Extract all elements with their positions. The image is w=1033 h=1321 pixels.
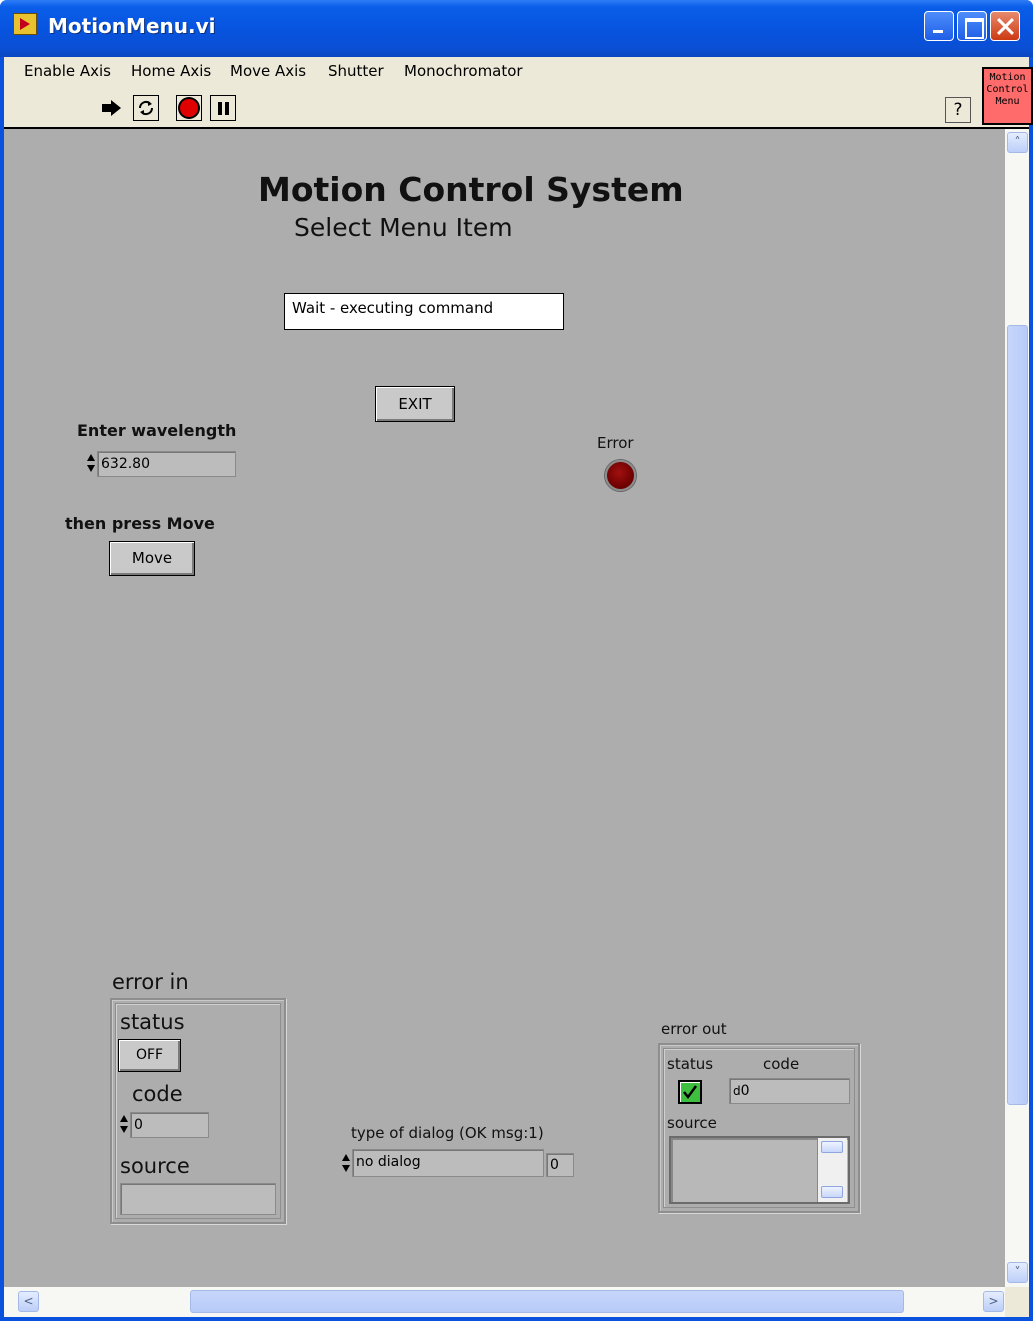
error-out-label: error out	[661, 1020, 727, 1038]
scroll-up-icon[interactable]	[821, 1141, 843, 1153]
error-in-code-input[interactable]: 0	[130, 1112, 209, 1138]
scroll-down-icon[interactable]	[821, 1186, 843, 1198]
window-title: MotionMenu.vi	[48, 14, 216, 38]
scroll-right-arrow-icon[interactable]: >	[983, 1291, 1004, 1312]
menu-bar: Enable Axis Home Axis Move Axis Shutter …	[4, 57, 974, 85]
error-out-code-value: 0	[740, 1083, 750, 1099]
abort-execution-icon[interactable]	[176, 95, 202, 121]
scroll-down-arrow-icon[interactable]: ˅	[1007, 1262, 1028, 1283]
title-bar[interactable]: MotionMenu.vi	[0, 0, 1033, 57]
vi-icon-line: Menu	[995, 96, 1020, 107]
error-out-code-indicator: d0	[729, 1078, 850, 1104]
labview-app-icon	[13, 13, 37, 35]
resize-grip-icon[interactable]	[1005, 1287, 1029, 1317]
error-out-code-label: code	[763, 1055, 800, 1073]
application-window: MotionMenu.vi Enable Axis Home Axis Move…	[0, 0, 1033, 1321]
dialog-type-label: type of dialog (OK msg:1)	[351, 1124, 544, 1142]
exit-button[interactable]: EXIT	[375, 386, 455, 422]
error-in-source-input[interactable]	[120, 1183, 276, 1215]
panel-subtitle: Select Menu Item	[294, 213, 513, 242]
menu-home-axis[interactable]: Home Axis	[131, 62, 211, 80]
menu-enable-axis[interactable]: Enable Axis	[24, 62, 111, 80]
vertical-scroll-thumb[interactable]	[1007, 325, 1028, 1105]
status-indicator: Wait - executing command	[284, 293, 564, 330]
vi-icon: Motion Control Menu	[982, 67, 1033, 125]
dialog-type-spin-icon[interactable]	[342, 1151, 350, 1175]
code-radix-prefix: d	[733, 1084, 741, 1098]
error-in-status-label: status	[120, 1010, 185, 1034]
window-chrome: Enable Axis Home Axis Move Axis Shutter …	[4, 57, 1033, 129]
run-continuously-icon[interactable]	[133, 95, 159, 121]
error-out-status-label: status	[667, 1055, 714, 1073]
dialog-type-ring[interactable]: no dialog	[352, 1149, 544, 1177]
error-out-source-label: source	[667, 1114, 717, 1132]
error-out-status-check-icon	[678, 1080, 702, 1104]
vi-icon-line: Motion	[989, 72, 1026, 83]
error-in-source-label: source	[120, 1154, 190, 1178]
wavelength-label: Enter wavelength	[77, 421, 237, 440]
scroll-left-arrow-icon[interactable]: <	[18, 1291, 39, 1312]
maximize-button[interactable]	[957, 11, 987, 41]
error-led-label: Error	[597, 434, 634, 452]
horizontal-scroll-thumb[interactable]	[190, 1290, 904, 1313]
wavelength-input[interactable]: 632.80	[97, 451, 236, 477]
pause-icon[interactable]	[210, 95, 236, 121]
help-button[interactable]: ?	[945, 97, 971, 123]
error-out-source-scrollbar[interactable]	[817, 1138, 847, 1202]
menu-move-axis[interactable]: Move Axis	[230, 62, 306, 80]
error-in-code-spin-icon[interactable]	[120, 1112, 128, 1136]
error-led-indicator	[605, 460, 636, 491]
error-in-code-label: code	[132, 1082, 183, 1106]
menu-monochromator[interactable]: Monochromator	[404, 62, 523, 80]
move-button[interactable]: Move	[109, 541, 195, 576]
menu-shutter[interactable]: Shutter	[328, 62, 384, 80]
scroll-up-arrow-icon[interactable]: ˄	[1007, 132, 1028, 153]
panel-title: Motion Control System	[258, 170, 684, 209]
error-in-label: error in	[112, 970, 189, 994]
wavelength-spin-icon[interactable]	[87, 451, 95, 475]
minimize-button[interactable]	[924, 11, 954, 41]
dialog-type-numeric: 0	[546, 1153, 574, 1177]
run-arrow-icon[interactable]	[98, 95, 124, 121]
error-in-status-button[interactable]: OFF	[118, 1039, 181, 1072]
move-instruction-label: then press Move	[65, 514, 215, 533]
close-button[interactable]	[990, 11, 1020, 41]
vi-icon-line: Control	[986, 84, 1029, 95]
